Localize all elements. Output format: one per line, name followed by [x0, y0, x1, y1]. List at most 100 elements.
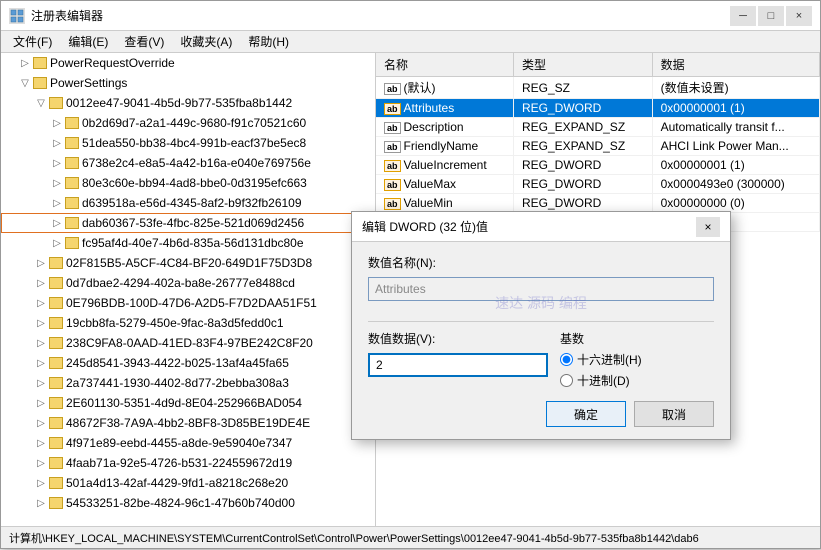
base-label: 基数 — [560, 330, 642, 347]
tree-label: 51dea550-bb38-4bc4-991b-eacf37be5ec8 — [82, 136, 306, 150]
row-name: abAttributes — [376, 99, 514, 118]
value-data-input[interactable] — [368, 353, 548, 377]
folder-icon — [49, 337, 63, 349]
row-type: REG_EXPAND_SZ — [514, 137, 653, 156]
tree-node-sub7[interactable]: ▷ fc95af4d-40e7-4b6d-835a-56d131dbc80e — [1, 233, 375, 253]
folder-icon — [49, 257, 63, 269]
tree-node-guid14[interactable]: ▷ 54533251-82be-4824-96c1-47b60b740d00 — [1, 493, 375, 513]
tree-node-guid4[interactable]: ▷ 0E796BDB-100D-47D6-A2D5-F7D2DAA51F51 — [1, 293, 375, 313]
minimize-button[interactable]: ─ — [730, 6, 756, 26]
ab-icon: ab — [384, 122, 401, 134]
ok-button[interactable]: 确定 — [546, 401, 626, 427]
maximize-button[interactable]: □ — [758, 6, 784, 26]
tree-label: d639518a-e56d-4345-8af2-b9f32fb26109 — [82, 196, 302, 210]
tree-pane[interactable]: ▷ PowerRequestOverride ▽ PowerSettings ▽… — [1, 53, 376, 526]
base-group: 基数 十六进制(H) 十进制(D) — [560, 330, 642, 389]
title-bar: 注册表编辑器 ─ □ × — [1, 1, 820, 31]
table-row[interactable]: abValueMaxREG_DWORD0x0000493e0 (300000) — [376, 175, 820, 194]
expander-icon: ▷ — [33, 275, 49, 291]
dialog-body: 速达 源码 编程 数值名称(N): 数值数据(V): 基数 十六进制(H) — [352, 242, 730, 439]
expander-icon: ▷ — [49, 235, 65, 251]
tree-label: 19cbb8fa-5279-450e-9fac-8a3d5fedd0c1 — [66, 316, 284, 330]
table-row[interactable]: abValueIncrementREG_DWORD0x00000001 (1) — [376, 156, 820, 175]
close-button[interactable]: × — [786, 6, 812, 26]
row-type: REG_SZ — [514, 77, 653, 99]
expander-icon: ▽ — [33, 95, 49, 111]
tree-node-guid12[interactable]: ▷ 4faab71a-92e5-4726-b531-224559672d19 — [1, 453, 375, 473]
dword-icon: ab — [384, 160, 401, 172]
menu-favorites[interactable]: 收藏夹(A) — [172, 31, 240, 52]
menu-view[interactable]: 查看(V) — [116, 31, 172, 52]
row-name: abValueMin — [376, 194, 514, 213]
edit-dword-dialog[interactable]: 编辑 DWORD (32 位)值 × 速达 源码 编程 数值名称(N): 数值数… — [351, 211, 731, 440]
tree-label: fc95af4d-40e7-4b6d-835a-56d131dbc80e — [82, 236, 304, 250]
dec-radio[interactable] — [560, 374, 573, 387]
expander-icon: ▷ — [33, 355, 49, 371]
tree-label: 02F815B5-A5CF-4C84-BF20-649D1F75D3D8 — [66, 256, 312, 270]
tree-label: 0E796BDB-100D-47D6-A2D5-F7D2DAA51F51 — [66, 296, 317, 310]
tree-node-guid1[interactable]: ▽ 0012ee47-9041-4b5d-9b77-535fba8b1442 — [1, 93, 375, 113]
tree-node-guid9[interactable]: ▷ 2E601130-5351-4d9d-8E04-252966BAD054 — [1, 393, 375, 413]
expander-icon: ▷ — [33, 255, 49, 271]
tree-node-guid5[interactable]: ▷ 19cbb8fa-5279-450e-9fac-8a3d5fedd0c1 — [1, 313, 375, 333]
dec-radio-label[interactable]: 十进制(D) — [560, 372, 642, 389]
tree-node-powerrequestoverride[interactable]: ▷ PowerRequestOverride — [1, 53, 375, 73]
table-row[interactable]: abValueMinREG_DWORD0x00000000 (0) — [376, 194, 820, 213]
dialog-data-row: 数值数据(V): 基数 十六进制(H) 十进制(D) — [368, 330, 714, 389]
dword-icon: ab — [384, 198, 401, 210]
main-window: 注册表编辑器 ─ □ × 文件(F) 编辑(E) 查看(V) 收藏夹(A) 帮助… — [0, 0, 821, 549]
expander-icon: ▷ — [33, 435, 49, 451]
expander-icon: ▽ — [17, 75, 33, 91]
dialog-title-bar: 编辑 DWORD (32 位)值 × — [352, 212, 730, 242]
table-row[interactable]: abFriendlyNameREG_EXPAND_SZAHCI Link Pow… — [376, 137, 820, 156]
table-row[interactable]: ab(默认)REG_SZ(数值未设置) — [376, 77, 820, 99]
ab-icon: ab — [384, 141, 401, 153]
dialog-close-button[interactable]: × — [696, 217, 720, 237]
table-row[interactable]: abAttributesREG_DWORD0x00000001 (1) — [376, 99, 820, 118]
dec-label: 十进制(D) — [577, 372, 630, 389]
folder-icon — [49, 477, 63, 489]
value-name-input[interactable] — [368, 277, 714, 301]
tree-node-guid6[interactable]: ▷ 238C9FA8-0AAD-41ED-83F4-97BE242C8F20 — [1, 333, 375, 353]
expander-icon: ▷ — [17, 55, 33, 71]
menu-bar: 文件(F) 编辑(E) 查看(V) 收藏夹(A) 帮助(H) — [1, 31, 820, 53]
tree-label: 2E601130-5351-4d9d-8E04-252966BAD054 — [66, 396, 302, 410]
tree-label: dab60367-53fe-4fbc-825e-521d069d2456 — [82, 216, 304, 230]
col-data-header: 数据 — [652, 53, 819, 77]
hex-radio-label[interactable]: 十六进制(H) — [560, 351, 642, 368]
tree-node-guid7[interactable]: ▷ 245d8541-3943-4422-b025-13af4a45fa65 — [1, 353, 375, 373]
folder-icon — [49, 497, 63, 509]
row-data: Automatically transit f... — [652, 118, 819, 137]
expander-icon: ▷ — [49, 115, 65, 131]
tree-node-guid2[interactable]: ▷ 02F815B5-A5CF-4C84-BF20-649D1F75D3D8 — [1, 253, 375, 273]
tree-node-sub2[interactable]: ▷ 51dea550-bb38-4bc4-991b-eacf37be5ec8 — [1, 133, 375, 153]
cancel-button[interactable]: 取消 — [634, 401, 714, 427]
folder-icon — [49, 277, 63, 289]
tree-node-sub4[interactable]: ▷ 80e3c60e-bb94-4ad8-bbe0-0d3195efc663 — [1, 173, 375, 193]
table-row[interactable]: abDescriptionREG_EXPAND_SZAutomatically … — [376, 118, 820, 137]
tree-node-guid13[interactable]: ▷ 501a4d13-42af-4429-9fd1-a8218c268e20 — [1, 473, 375, 493]
folder-icon — [65, 197, 79, 209]
tree-node-sub6-highlighted[interactable]: ▷ dab60367-53fe-4fbc-825e-521d069d2456 — [1, 213, 375, 233]
tree-node-guid10[interactable]: ▷ 48672F38-7A9A-4bb2-8BF8-3D85BE19DE4E — [1, 413, 375, 433]
menu-edit[interactable]: 编辑(E) — [60, 31, 116, 52]
folder-icon — [49, 297, 63, 309]
tree-node-sub5[interactable]: ▷ d639518a-e56d-4345-8af2-b9f32fb26109 — [1, 193, 375, 213]
expander-icon: ▷ — [33, 395, 49, 411]
tree-node-guid3[interactable]: ▷ 0d7dbae2-4294-402a-ba8e-26777e8488cd — [1, 273, 375, 293]
tree-node-guid8[interactable]: ▷ 2a737441-1930-4402-8d77-2bebba308a3 — [1, 373, 375, 393]
tree-label: PowerSettings — [50, 76, 127, 90]
folder-icon — [65, 137, 79, 149]
row-data: 0x00000001 (1) — [652, 99, 819, 118]
tree-node-guid11[interactable]: ▷ 4f971e89-eebd-4455-a8de-9e59040e7347 — [1, 433, 375, 453]
tree-label: 2a737441-1930-4402-8d77-2bebba308a3 — [66, 376, 289, 390]
tree-label: 80e3c60e-bb94-4ad8-bbe0-0d3195efc663 — [82, 176, 307, 190]
value-data-label: 数值数据(V): — [368, 330, 548, 347]
tree-node-sub3[interactable]: ▷ 6738e2c4-e8a5-4a42-b16a-e040e769756e — [1, 153, 375, 173]
expander-icon: ▷ — [49, 175, 65, 191]
tree-node-powersettings[interactable]: ▽ PowerSettings — [1, 73, 375, 93]
tree-node-sub1[interactable]: ▷ 0b2d69d7-a2a1-449c-9680-f91c70521c60 — [1, 113, 375, 133]
hex-radio[interactable] — [560, 353, 573, 366]
menu-file[interactable]: 文件(F) — [5, 31, 60, 52]
menu-help[interactable]: 帮助(H) — [240, 31, 297, 52]
